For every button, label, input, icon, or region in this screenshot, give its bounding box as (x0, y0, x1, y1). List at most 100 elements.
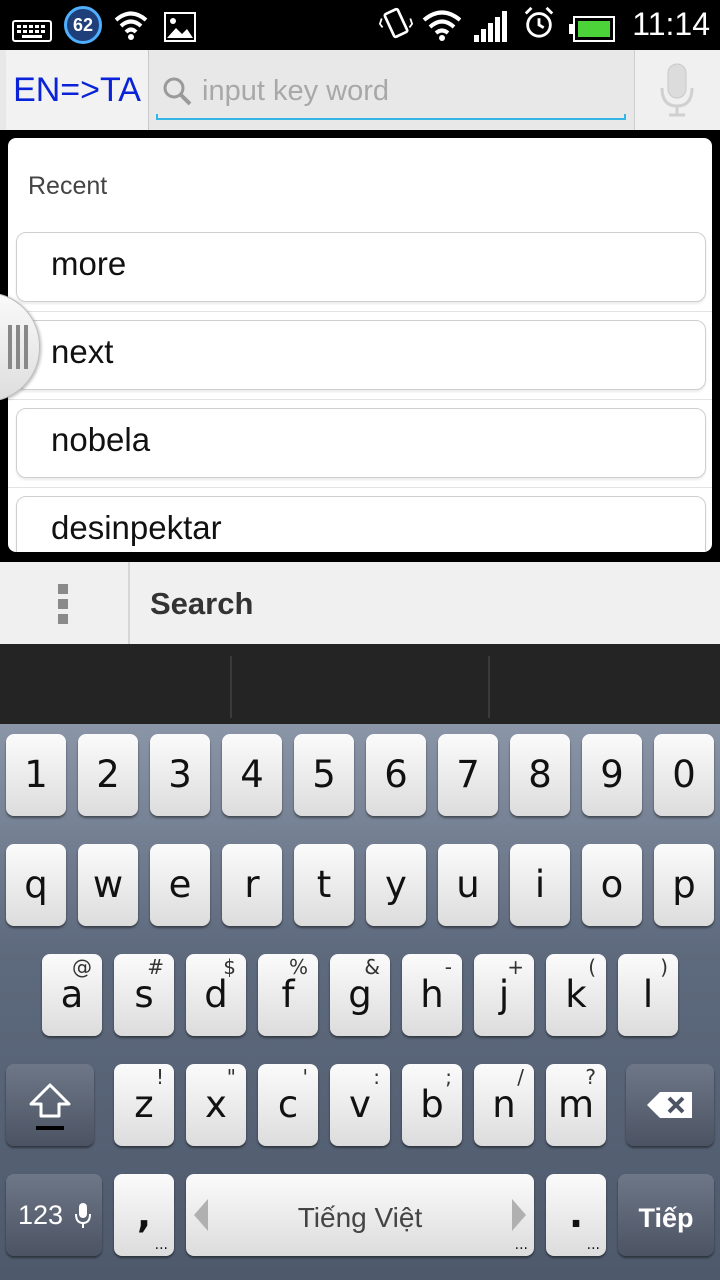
space-key[interactable]: Tiếng Việt ... (186, 1174, 534, 1256)
recent-item-desinpektar[interactable]: desinpektar (16, 496, 706, 552)
period-key[interactable]: . ... (546, 1174, 606, 1256)
key-n[interactable]: n / (474, 1064, 534, 1146)
grip-icon (8, 325, 28, 369)
key-3[interactable]: 3 (150, 734, 210, 816)
key-label: , (136, 1193, 152, 1236)
divider (488, 656, 490, 718)
suggestion-strip (0, 644, 720, 724)
key-r[interactable]: r (222, 844, 282, 926)
key-6[interactable]: 6 (366, 734, 426, 816)
key-alt-label: ? (585, 1065, 596, 1089)
more-dots-icon: ... (514, 1237, 528, 1253)
image-icon (164, 12, 196, 42)
backspace-key[interactable] (626, 1064, 714, 1146)
divider (8, 399, 712, 400)
battery-icon (569, 16, 615, 42)
key-label: q (24, 863, 48, 906)
enter-key[interactable]: Tiếp (618, 1174, 714, 1256)
key-d[interactable]: d $ (186, 954, 246, 1036)
search-input[interactable] (200, 70, 614, 112)
key-j[interactable]: j + (474, 954, 534, 1036)
key-alt-label: @ (72, 955, 92, 979)
key-4[interactable]: 4 (222, 734, 282, 816)
key-l[interactable]: l) (618, 954, 678, 1036)
key-label: g (348, 973, 372, 1016)
key-q[interactable]: q (6, 844, 66, 926)
key-z[interactable]: z! (114, 1064, 174, 1146)
key-x[interactable]: x " (186, 1064, 246, 1146)
key-p[interactable]: p (654, 844, 714, 926)
key-u[interactable]: u (438, 844, 498, 926)
overflow-menu-button[interactable] (0, 562, 130, 644)
key-alt-label: ; (445, 1065, 452, 1089)
key-f[interactable]: f% (258, 954, 318, 1036)
search-box[interactable] (156, 64, 626, 120)
key-m[interactable]: m? (546, 1064, 606, 1146)
key-s[interactable]: s # (114, 954, 174, 1036)
key-alt-label: + (507, 955, 524, 979)
search-action-button[interactable]: Search (150, 586, 253, 622)
key-v[interactable]: v: (330, 1064, 390, 1146)
key-8[interactable]: 8 (510, 734, 570, 816)
key-alt-label: : (373, 1065, 380, 1089)
status-time: 11:14 (632, 6, 710, 42)
key-alt-label: ) (660, 955, 668, 979)
recent-title: Recent (28, 172, 108, 200)
recent-item-more[interactable]: more (16, 232, 706, 302)
key-t[interactable]: t (294, 844, 354, 926)
key-label: j (498, 973, 510, 1016)
symbols-key[interactable]: 123 (6, 1174, 102, 1256)
key-h[interactable]: h- (402, 954, 462, 1036)
shift-key[interactable] (6, 1064, 94, 1146)
key-label: b (420, 1083, 444, 1126)
key-a[interactable]: a @ (42, 954, 102, 1036)
key-c[interactable]: c ' (258, 1064, 318, 1146)
more-dots-icon: ... (154, 1237, 168, 1253)
search-toolbar: EN=>TA (0, 50, 720, 130)
key-1[interactable]: 1 (6, 734, 66, 816)
key-i[interactable]: i (510, 844, 570, 926)
key-9[interactable]: 9 (582, 734, 642, 816)
key-label: 6 (384, 753, 408, 796)
key-2[interactable]: 2 (78, 734, 138, 816)
voice-search-button[interactable] (634, 50, 720, 130)
recent-item-label: desinpektar (51, 509, 222, 546)
recent-item-nobela[interactable]: nobela (16, 408, 706, 478)
key-y[interactable]: y (366, 844, 426, 926)
key-alt-label: " (226, 1065, 236, 1089)
key-label: 1 (24, 753, 48, 796)
key-label: z (134, 1083, 154, 1126)
divider (8, 311, 712, 312)
key-g[interactable]: g & (330, 954, 390, 1036)
key-e[interactable]: e (150, 844, 210, 926)
key-k[interactable]: k( (546, 954, 606, 1036)
key-label: m (557, 1083, 595, 1126)
language-label: EN=>TA (13, 70, 141, 109)
key-label: n (492, 1083, 516, 1126)
comma-key[interactable]: , ... (114, 1174, 174, 1256)
key-w[interactable]: w (78, 844, 138, 926)
vibrate-icon (378, 7, 414, 39)
key-label: t (316, 863, 332, 906)
key-5[interactable]: 5 (294, 734, 354, 816)
key-label: u (456, 863, 480, 906)
recent-item-label: next (51, 333, 114, 370)
key-alt-label: # (147, 955, 164, 979)
key-label: f (281, 973, 295, 1016)
search-underline (156, 114, 626, 120)
enter-key-label: Tiếp (638, 1203, 694, 1233)
key-alt-label: ' (302, 1065, 309, 1089)
key-label: d (204, 973, 228, 1016)
key-7[interactable]: 7 (438, 734, 498, 816)
key-label: s (134, 973, 154, 1016)
key-b[interactable]: b; (402, 1064, 462, 1146)
overflow-menu-icon (58, 584, 68, 624)
recent-item-next[interactable]: next (16, 320, 706, 390)
key-label: 5 (312, 753, 336, 796)
key-alt-label: % (288, 955, 308, 979)
language-toggle-button[interactable]: EN=>TA (6, 50, 149, 130)
key-alt-label: & (364, 955, 380, 979)
key-o[interactable]: o (582, 844, 642, 926)
key-label: r (244, 863, 260, 906)
key-0[interactable]: 0 (654, 734, 714, 816)
